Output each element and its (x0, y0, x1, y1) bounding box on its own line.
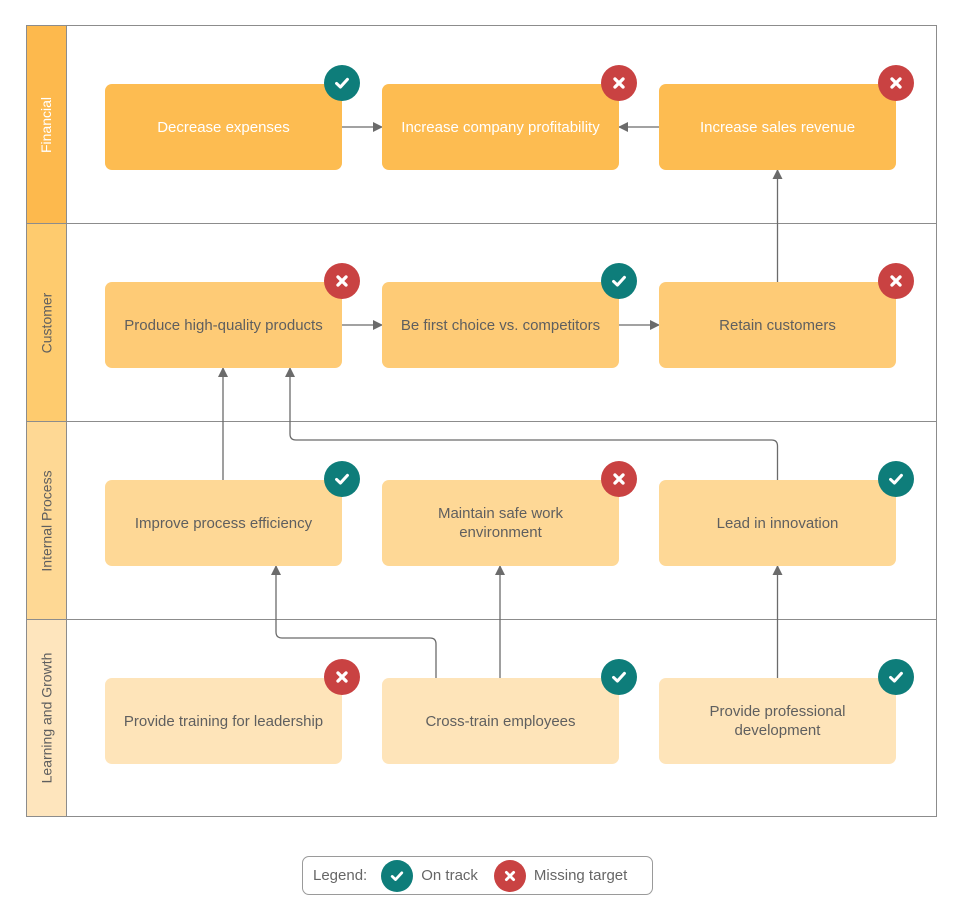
objective-label: Improve process efficiency (134, 514, 313, 532)
x-icon (878, 65, 914, 101)
check-icon (381, 859, 414, 892)
objective-label: Decrease expenses (157, 118, 290, 136)
check-icon (878, 461, 914, 497)
objective-node-improve-efficiency[interactable]: Improve process efficiency (105, 480, 342, 566)
lane-title: Customer (38, 292, 55, 353)
objective-node-professional-development[interactable]: Provide professional development (659, 678, 896, 764)
legend-on-track-label: On track (421, 867, 478, 884)
lane-title: Financial (38, 96, 55, 153)
objective-label: Be first choice vs. competitors (400, 316, 601, 334)
x-icon (324, 263, 360, 299)
lane-header: Customer (27, 224, 67, 421)
objective-node-cross-train[interactable]: Cross-train employees (382, 678, 619, 764)
objective-label: Lead in innovation (716, 514, 839, 532)
x-icon (493, 859, 526, 892)
lane-header: Learning and Growth (27, 620, 67, 816)
legend: Legend: On track Missing target (302, 856, 653, 895)
objective-label: Retain customers (719, 316, 836, 334)
objective-label: Cross-train employees (425, 712, 576, 730)
check-icon (878, 659, 914, 695)
objective-node-produce-quality-products[interactable]: Produce high-quality products (105, 282, 342, 368)
objective-node-first-choice[interactable]: Be first choice vs. competitors (382, 282, 619, 368)
objective-label: Increase sales revenue (699, 118, 856, 136)
objective-label: Maintain safe work environment (437, 505, 564, 541)
lane-title: Learning and Growth (38, 652, 55, 784)
objective-node-safe-work-environment[interactable]: Maintain safe work environment (382, 480, 619, 566)
check-icon (324, 65, 360, 101)
objective-label: Increase company profitability (401, 118, 600, 136)
objective-label: Provide training for leadership (123, 712, 324, 730)
x-icon (601, 461, 637, 497)
lane-title: Internal Process (38, 469, 55, 572)
objective-label: Produce high-quality products (124, 316, 323, 334)
objective-node-increase-sales-revenue[interactable]: Increase sales revenue (659, 84, 896, 170)
legend-missing-target-label: Missing target (533, 867, 628, 884)
legend-label: Legend: (313, 867, 368, 884)
objective-node-lead-innovation[interactable]: Lead in innovation (659, 480, 896, 566)
objective-node-retain-customers[interactable]: Retain customers (659, 282, 896, 368)
objective-node-increase-profitability[interactable]: Increase company profitability (382, 84, 619, 170)
x-icon (878, 263, 914, 299)
objective-node-decrease-expenses[interactable]: Decrease expenses (105, 84, 342, 170)
check-icon (601, 263, 637, 299)
lane-header: Internal Process (27, 422, 67, 619)
check-icon (324, 461, 360, 497)
objective-label: Provide professional development (709, 703, 846, 739)
x-icon (601, 65, 637, 101)
check-icon (601, 659, 637, 695)
x-icon (324, 659, 360, 695)
objective-node-leadership-training[interactable]: Provide training for leadership (105, 678, 342, 764)
lane-header: Financial (27, 26, 67, 223)
